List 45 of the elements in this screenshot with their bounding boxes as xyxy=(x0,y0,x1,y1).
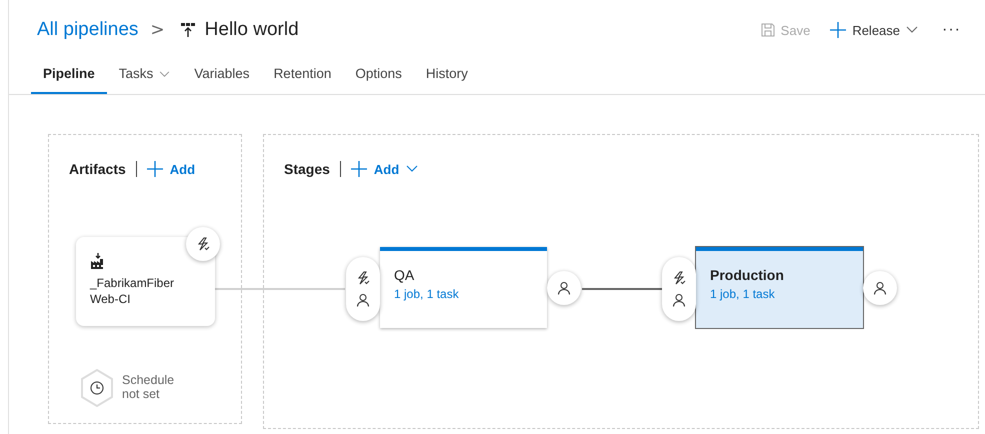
pipeline-title: Hello world xyxy=(204,19,299,41)
plus-icon xyxy=(350,161,367,177)
tab[interactable]: Pipeline xyxy=(31,60,107,94)
lightning-icon xyxy=(196,237,210,251)
plus-icon xyxy=(830,22,846,38)
tab[interactable]: Tasks xyxy=(106,60,182,94)
schedule-label: Schedule not set xyxy=(122,373,176,401)
build-icon xyxy=(90,253,106,269)
release-button[interactable]: Release xyxy=(826,18,922,42)
stage-card[interactable]: QA 1 job, 1 task xyxy=(380,247,547,328)
person-icon xyxy=(557,281,571,295)
tab[interactable]: History xyxy=(414,60,480,94)
breadcrumb-link[interactable]: All pipelines xyxy=(37,19,138,41)
stage-name: Production xyxy=(710,267,785,283)
lightning-icon xyxy=(672,271,686,285)
tab[interactable]: Options xyxy=(343,60,414,94)
add-artifact-button[interactable]: Add xyxy=(146,161,196,177)
more-button[interactable]: ··· xyxy=(938,17,965,43)
trigger-button[interactable] xyxy=(186,227,220,261)
tab[interactable]: Retention xyxy=(262,60,344,94)
schedule-button[interactable] xyxy=(80,369,114,407)
breadcrumb-separator: > xyxy=(150,20,165,40)
stage-tasks-link[interactable]: 1 job, 1 task xyxy=(394,287,459,301)
stage-name: QA xyxy=(394,267,416,283)
pre-deployment-button[interactable] xyxy=(662,257,696,321)
add-stage-button[interactable]: Add xyxy=(350,161,418,177)
stage-tasks-link[interactable]: 1 job, 1 task xyxy=(710,287,775,301)
post-deployment-button[interactable] xyxy=(863,271,897,305)
section-heading: Artifacts xyxy=(69,161,126,177)
plus-icon xyxy=(146,161,163,177)
section-heading: Stages xyxy=(284,161,330,177)
chevron-down-icon xyxy=(406,165,418,173)
pipeline-icon xyxy=(180,23,195,37)
stage-card[interactable]: Production 1 job, 1 task xyxy=(696,247,863,328)
person-icon xyxy=(356,293,370,307)
post-deployment-button[interactable] xyxy=(547,271,581,305)
lightning-icon xyxy=(356,271,370,285)
pre-deployment-button[interactable] xyxy=(346,257,380,321)
chevron-down-icon xyxy=(906,26,918,34)
person-icon xyxy=(873,281,887,295)
person-icon xyxy=(672,293,686,307)
tab[interactable]: Variables xyxy=(182,60,262,94)
save-icon xyxy=(760,23,775,37)
artifact-name: _FabrikamFiber Web-CI xyxy=(90,275,176,307)
artifact-card[interactable]: _FabrikamFiber Web-CI xyxy=(76,237,215,326)
